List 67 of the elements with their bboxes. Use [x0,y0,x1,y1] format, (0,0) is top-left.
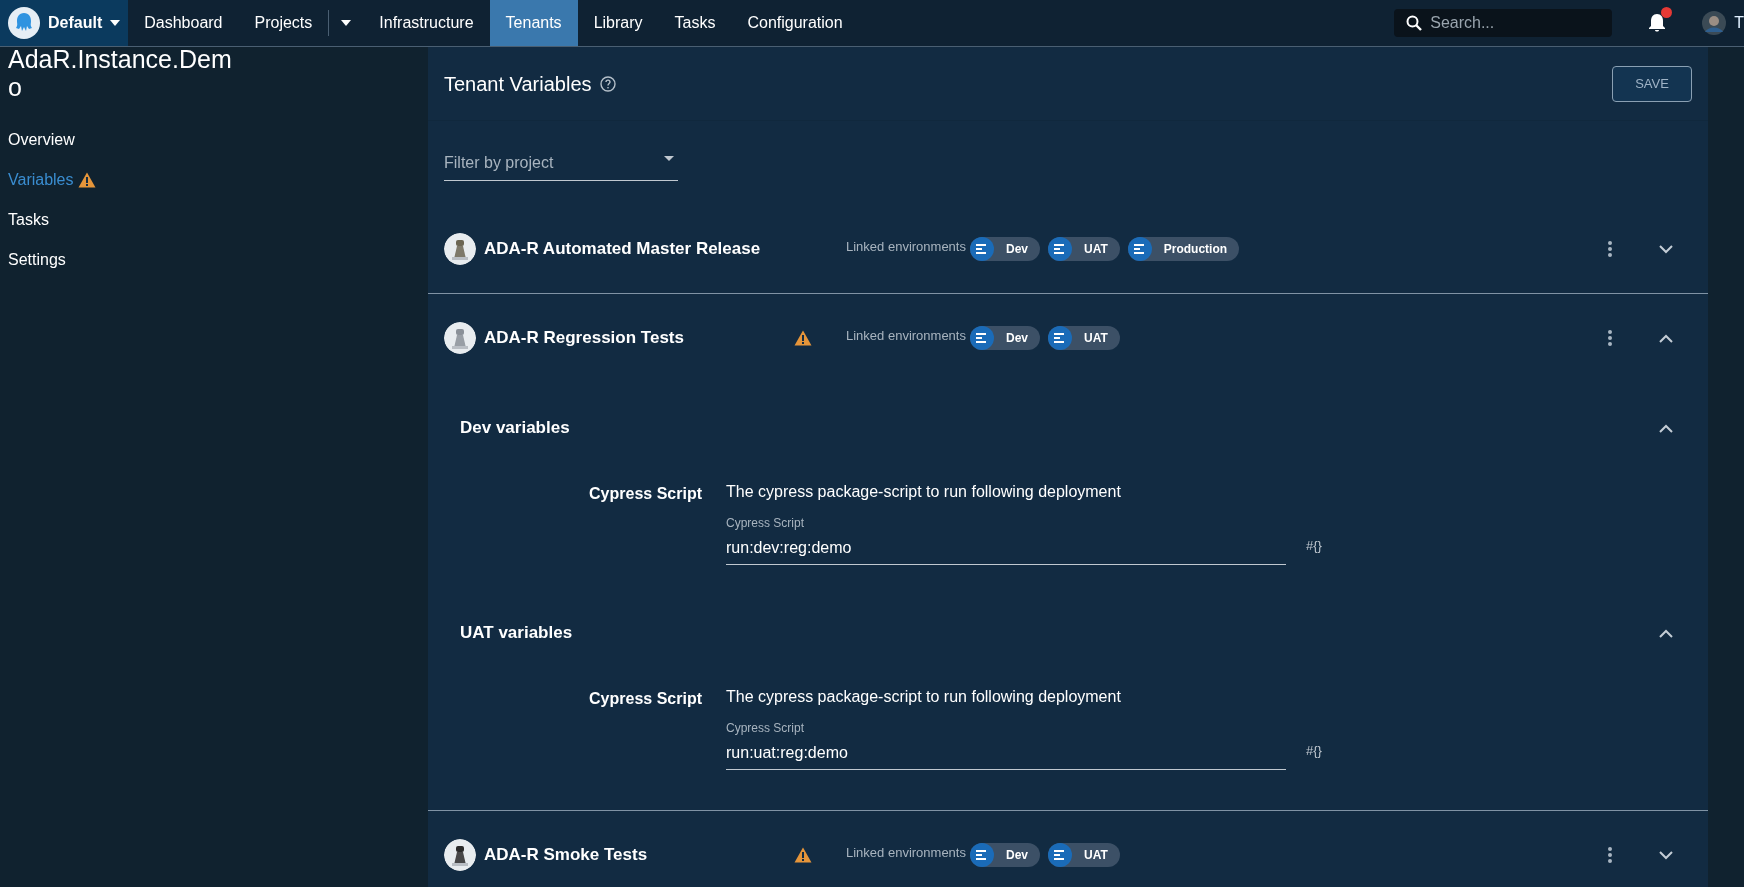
nav-tab[interactable]: Projects [238,0,329,46]
caret-icon [664,156,674,161]
section-heading: Dev variables [460,417,570,440]
project-name: ADA-R Automated Master Release [484,238,762,261]
variable-value-field[interactable]: Cypress Script run:dev:reg:demo [726,514,1286,565]
environment-icon [1048,326,1072,350]
nav-tab[interactable]: Infrastructure [363,0,490,46]
project-name: ADA-R Regression Tests [484,327,685,350]
environment-chip: Dev [969,237,1040,261]
environment-chip: UAT [1048,843,1120,867]
variable-description: The cypress package-script to run following deployment [726,687,1122,707]
linked-environments-label: Linked environments [846,238,966,257]
environment-icon [969,326,994,350]
nav-tab[interactable]: Library [577,0,659,46]
save-button[interactable]: SAVE [1612,65,1692,102]
environment-chip: UAT [1048,237,1120,261]
notification-bell-icon[interactable] [1648,13,1667,33]
expand-icon[interactable] [1659,244,1673,254]
more-options-icon[interactable] [1607,240,1613,258]
linked-environments-label: Linked environments [846,844,966,863]
environment-icon [1127,237,1152,261]
environment-icon [969,237,994,261]
environment-icon [969,843,994,867]
nav-tab[interactable]: Tenants [489,0,578,46]
search-icon [1406,15,1423,31]
user-avatar[interactable] [1702,11,1727,35]
variable-value-field[interactable]: Cypress Script run:uat:reg:demo [726,719,1286,770]
section-heading: UAT variables [460,622,573,645]
binding-toggle[interactable]: #{} [1306,535,1322,555]
sidebar-link[interactable]: Variables [8,160,420,200]
nav-tab[interactable]: Configuration [731,0,859,46]
space-switcher[interactable]: Default [0,0,129,46]
linked-environments-label: Linked environments [846,327,966,346]
environment-chip: UAT [1048,326,1120,350]
caret-icon[interactable] [341,20,352,26]
user-name: T [1734,13,1744,33]
variable-description: The cypress package-script to run following deployment [726,482,1122,502]
environment-icon [1048,843,1072,867]
project-name: ADA-R Smoke Tests [484,844,649,867]
sidebar-link[interactable]: Tasks [8,200,420,240]
more-options-icon[interactable] [1607,846,1613,864]
caret-icon [110,20,121,26]
environment-icon [1048,237,1072,261]
environment-chip: Dev [969,326,1040,350]
help-icon[interactable] [599,75,616,92]
search-field[interactable]: Search... [1394,9,1613,37]
collapse-icon[interactable] [1659,423,1673,433]
sidebar-link[interactable]: Overview [8,120,420,160]
variable-name: Cypress Script [588,484,703,504]
nav-tab[interactable]: Tasks [658,0,732,46]
sidebar-link[interactable]: Settings [8,240,420,280]
project-filter[interactable]: Filter by project [444,145,678,181]
page-title: Tenant Variables [444,71,592,97]
environment-chip: Dev [969,843,1040,867]
binding-toggle[interactable]: #{} [1306,740,1322,760]
warning-icon [794,847,812,863]
collapse-icon[interactable] [1659,628,1673,638]
warning-icon [794,330,812,346]
collapse-icon[interactable] [1659,333,1673,343]
environment-chip: Production [1127,237,1240,261]
more-options-icon[interactable] [1607,329,1613,347]
octopus-logo-icon [8,7,40,39]
warning-icon [77,172,96,188]
nav-tab[interactable]: Dashboard [128,0,239,46]
expand-icon[interactable] [1659,850,1673,860]
variable-name: Cypress Script [588,689,703,709]
tenant-title: AdaR.Instance.Demo [8,45,233,101]
